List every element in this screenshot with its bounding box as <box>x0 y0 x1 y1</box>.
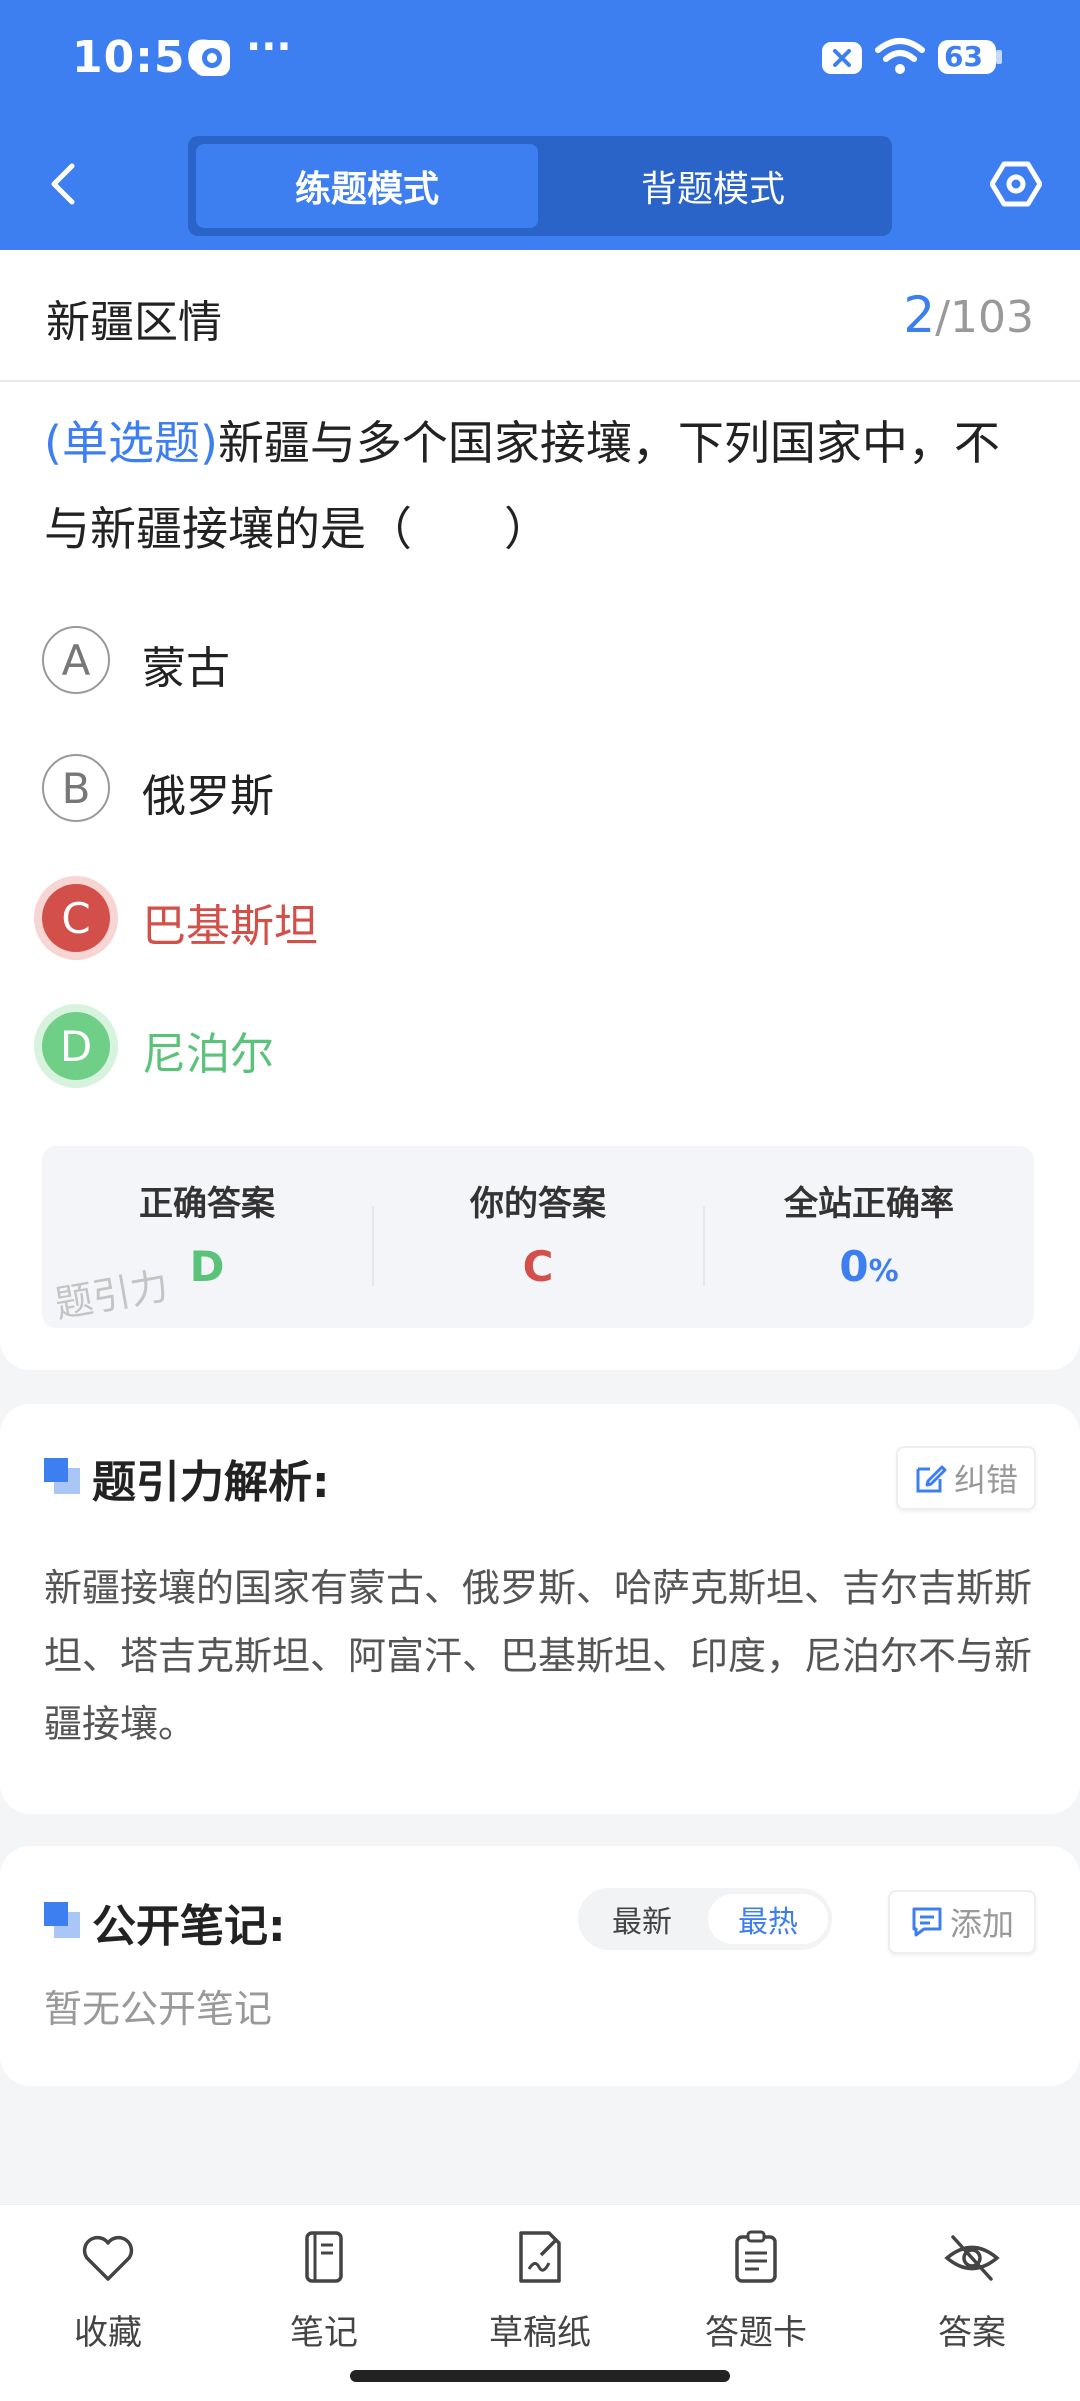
notebook-icon <box>305 2231 343 2283</box>
draft-paper-label: 草稿纸 <box>489 2313 591 2353</box>
answer-summary: 正确答案 D 你的答案 C 全站正确率 0% 题引力 <box>42 1146 1034 1328</box>
notes-title: 公开笔记: <box>92 1901 286 1952</box>
current-question-number: 2 <box>903 286 936 344</box>
your-answer-label: 你的答案 <box>470 1184 606 1224</box>
edit-icon <box>916 1465 947 1493</box>
show-answer-label: 答案 <box>938 2313 1006 2353</box>
option-letter: D <box>42 1012 110 1080</box>
accuracy-value: 0% <box>704 1242 1034 1291</box>
report-error-label: 纠错 <box>953 1461 1018 1499</box>
comment-icon <box>912 1907 942 1937</box>
analysis-title: 题引力解析: <box>92 1457 330 1508</box>
mode-switch: 练题模式 背题模式 <box>188 136 892 236</box>
correct-answer-label: 正确答案 <box>139 1184 275 1224</box>
total-questions: /103 <box>935 292 1034 343</box>
show-answer-tab[interactable]: 答案 <box>882 2229 1062 2359</box>
draft-paper-icon <box>519 2231 561 2283</box>
memorize-mode-tab[interactable]: 背题模式 <box>542 144 884 228</box>
practice-mode-tab[interactable]: 练题模式 <box>196 144 538 228</box>
accuracy-unit: % <box>868 1254 899 1289</box>
add-note-button[interactable]: 添加 <box>888 1890 1036 1954</box>
accuracy-label: 全站正确率 <box>784 1184 954 1224</box>
home-indicator[interactable] <box>350 2370 730 2382</box>
notes-sort-toggle: 最新 最热 <box>578 1888 832 1950</box>
notes-tab[interactable]: 笔记 <box>234 2229 414 2359</box>
section-square-icon <box>44 1902 80 1938</box>
wifi-icon <box>875 38 925 74</box>
status-bar: 10:56 ··· 63 <box>0 0 1080 120</box>
option-c[interactable]: C 巴基斯坦 <box>42 884 742 964</box>
option-text: 尼泊尔 <box>142 1029 274 1080</box>
header-bar: 10:56 ··· 63 练题模式 背题模式 <box>0 0 1080 250</box>
settings-icon[interactable] <box>990 158 1042 210</box>
draft-paper-tab[interactable]: 草稿纸 <box>450 2229 630 2359</box>
question-counter: 2/103 <box>903 286 1034 344</box>
sort-newest[interactable]: 最新 <box>582 1894 702 1944</box>
option-d[interactable]: D 尼泊尔 <box>42 1012 742 1092</box>
accuracy-number: 0 <box>839 1242 869 1291</box>
answer-card-label: 答题卡 <box>705 2313 807 2353</box>
question-text: (单选题)新疆与多个国家接壤，下列国家中，不与新疆接壤的是（ ） <box>44 400 1034 572</box>
notes-card: 公开笔记: 最新 最热 添加 暂无公开笔记 <box>0 1846 1080 2086</box>
no-sim-icon <box>822 42 862 74</box>
more-notifications-icon: ··· <box>246 24 292 70</box>
option-a[interactable]: A 蒙古 <box>42 626 742 706</box>
question-title-row: 新疆区情 2/103 <box>0 250 1080 382</box>
report-error-button[interactable]: 纠错 <box>896 1446 1036 1510</box>
sort-hottest[interactable]: 最热 <box>708 1894 828 1944</box>
category-title: 新疆区情 <box>46 297 222 348</box>
your-answer-col: 你的答案 C <box>373 1146 703 1328</box>
eye-off-icon <box>944 2235 1000 2281</box>
heart-icon <box>82 2235 134 2281</box>
notes-label: 笔记 <box>290 2313 358 2353</box>
empty-notes-text: 暂无公开笔记 <box>44 1987 273 2031</box>
option-letter: B <box>42 754 110 822</box>
battery-level: 63 <box>944 40 983 73</box>
favorite-label: 收藏 <box>74 2313 142 2353</box>
option-text: 巴基斯坦 <box>142 901 318 952</box>
accuracy-col: 全站正确率 0% <box>704 1146 1034 1328</box>
section-square-icon <box>44 1458 80 1494</box>
add-note-label: 添加 <box>949 1905 1014 1943</box>
back-arrow-icon[interactable] <box>40 160 88 208</box>
analysis-text: 新疆接壤的国家有蒙古、俄罗斯、哈萨克斯坦、吉尔吉斯斯坦、塔吉克斯坦、阿富汗、巴基… <box>44 1566 1033 1746</box>
option-text: 俄罗斯 <box>142 771 274 822</box>
analysis-card: 题引力解析: 纠错 新疆接壤的国家有蒙古、俄罗斯、哈萨克斯坦、吉尔吉斯斯坦、塔吉… <box>0 1404 1080 1814</box>
answer-card-icon <box>735 2230 777 2283</box>
option-text: 蒙古 <box>142 643 230 694</box>
question-card: 新疆区情 2/103 (单选题)新疆与多个国家接壤，下列国家中，不与新疆接壤的是… <box>0 250 1080 1370</box>
app-notification-icon <box>194 40 230 76</box>
option-letter: C <box>42 884 110 952</box>
option-b[interactable]: B 俄罗斯 <box>42 754 742 834</box>
answer-card-tab[interactable]: 答题卡 <box>666 2229 846 2359</box>
favorite-tab[interactable]: 收藏 <box>18 2229 198 2359</box>
question-type: (单选题) <box>44 416 218 470</box>
your-answer-value: C <box>522 1242 554 1291</box>
option-letter: A <box>42 626 110 694</box>
